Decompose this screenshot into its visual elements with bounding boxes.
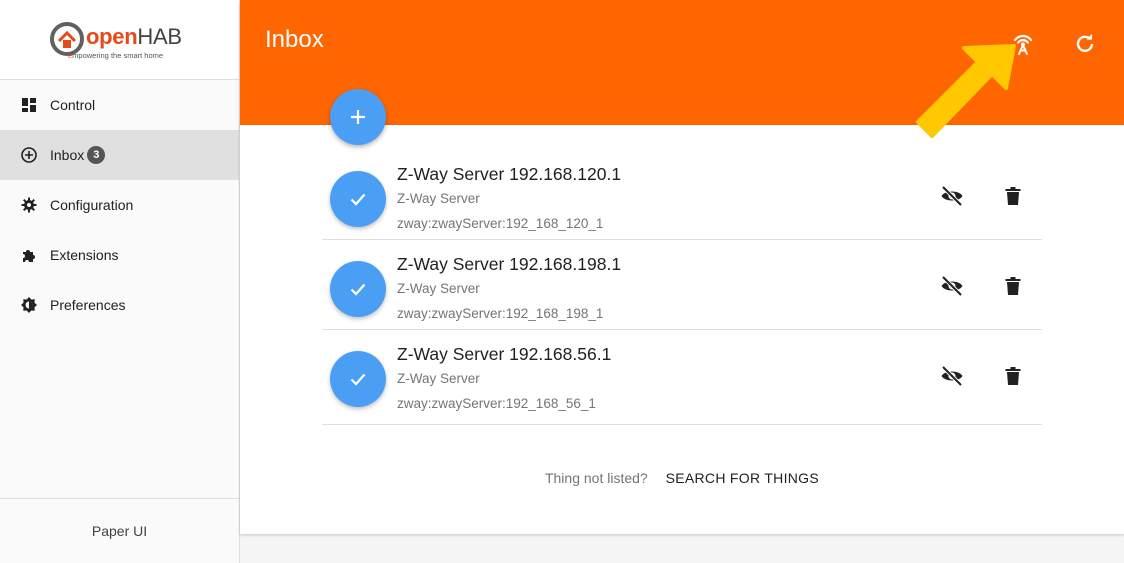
thing-type: Z-Way Server [397, 371, 480, 386]
add-circle-icon [20, 146, 38, 164]
gear-icon [20, 196, 38, 214]
inbox-card: Z-Way Server 192.168.120.1 Z-Way Server … [240, 89, 1124, 534]
trash-icon [1005, 367, 1021, 385]
inbox-count-badge: 3 [87, 146, 106, 164]
list-item: Z-Way Server 192.168.56.1 Z-Way Server z… [322, 330, 1042, 425]
ignore-button[interactable] [937, 271, 967, 301]
sidebar-item-control[interactable]: Control [0, 80, 239, 130]
thing-title: Z-Way Server 192.168.198.1 [397, 254, 622, 274]
sidebar-item-extensions[interactable]: Extensions [0, 230, 239, 280]
sidebar-item-label: Configuration [50, 197, 134, 213]
eye-off-icon [941, 275, 963, 297]
openhab-logo[interactable]: openHAB empowering the smart home [0, 0, 239, 80]
search-for-things-button[interactable]: SEARCH FOR THINGS [666, 470, 819, 486]
sidebar-item-label: Control [50, 97, 96, 113]
delete-button[interactable] [998, 361, 1028, 391]
thing-not-listed-row: Thing not listed? SEARCH FOR THINGS [240, 470, 1124, 486]
logo-wordmark: openHAB [86, 24, 182, 49]
thing-uid: zway:zwayServer:192_168_120_1 [397, 216, 604, 231]
dashboard-icon [20, 96, 38, 114]
eye-off-icon [941, 185, 963, 207]
logo-tagline: empowering the smart home [68, 51, 164, 60]
sidebar-nav: Control Inbox 3 Configuration Extensions… [0, 80, 239, 330]
page-title: Inbox [265, 26, 324, 53]
inbox-list: Z-Way Server 192.168.120.1 Z-Way Server … [322, 150, 1042, 425]
delete-button[interactable] [998, 181, 1028, 211]
sidebar-footer: Paper UI [0, 498, 239, 563]
thing-uid: zway:zwayServer:192_168_198_1 [397, 306, 604, 321]
check-icon [350, 283, 366, 296]
thing-title: Z-Way Server 192.168.120.1 [397, 164, 622, 184]
check-icon [350, 373, 366, 386]
thing-not-listed-text: Thing not listed? [544, 470, 648, 486]
refresh-icon [1076, 34, 1094, 53]
trash-icon [1005, 187, 1021, 205]
sidebar-item-preferences[interactable]: Preferences [0, 280, 239, 330]
thing-uid: zway:zwayServer:192_168_56_1 [397, 396, 596, 411]
thing-title: Z-Way Server 192.168.56.1 [397, 344, 612, 364]
sidebar: openHAB empowering the smart home Contro… [0, 0, 240, 563]
approve-button[interactable] [330, 261, 386, 317]
ignore-button[interactable] [937, 361, 967, 391]
sidebar-item-inbox[interactable]: Inbox 3 [0, 130, 239, 180]
eye-off-icon [941, 365, 963, 387]
thing-type: Z-Way Server [397, 281, 480, 296]
plus-icon [351, 110, 365, 124]
add-thing-button[interactable] [330, 89, 386, 145]
thing-type: Z-Way Server [397, 191, 480, 206]
sidebar-item-label: Preferences [50, 297, 126, 313]
list-item: Z-Way Server 192.168.198.1 Z-Way Server … [322, 240, 1042, 330]
brightness-icon [20, 296, 38, 314]
annotation-arrow-icon [916, 44, 1016, 138]
sidebar-item-configuration[interactable]: Configuration [0, 180, 239, 230]
ignore-button[interactable] [937, 181, 967, 211]
sidebar-item-label: Extensions [50, 247, 119, 263]
approve-button[interactable] [330, 171, 386, 227]
approve-button[interactable] [330, 351, 386, 407]
puzzle-icon [20, 246, 38, 264]
list-item: Z-Way Server 192.168.120.1 Z-Way Server … [322, 150, 1042, 240]
delete-button[interactable] [998, 271, 1028, 301]
check-icon [350, 193, 366, 206]
sidebar-item-label: Inbox [50, 147, 85, 163]
trash-icon [1005, 277, 1021, 295]
refresh-button[interactable] [1070, 29, 1100, 59]
